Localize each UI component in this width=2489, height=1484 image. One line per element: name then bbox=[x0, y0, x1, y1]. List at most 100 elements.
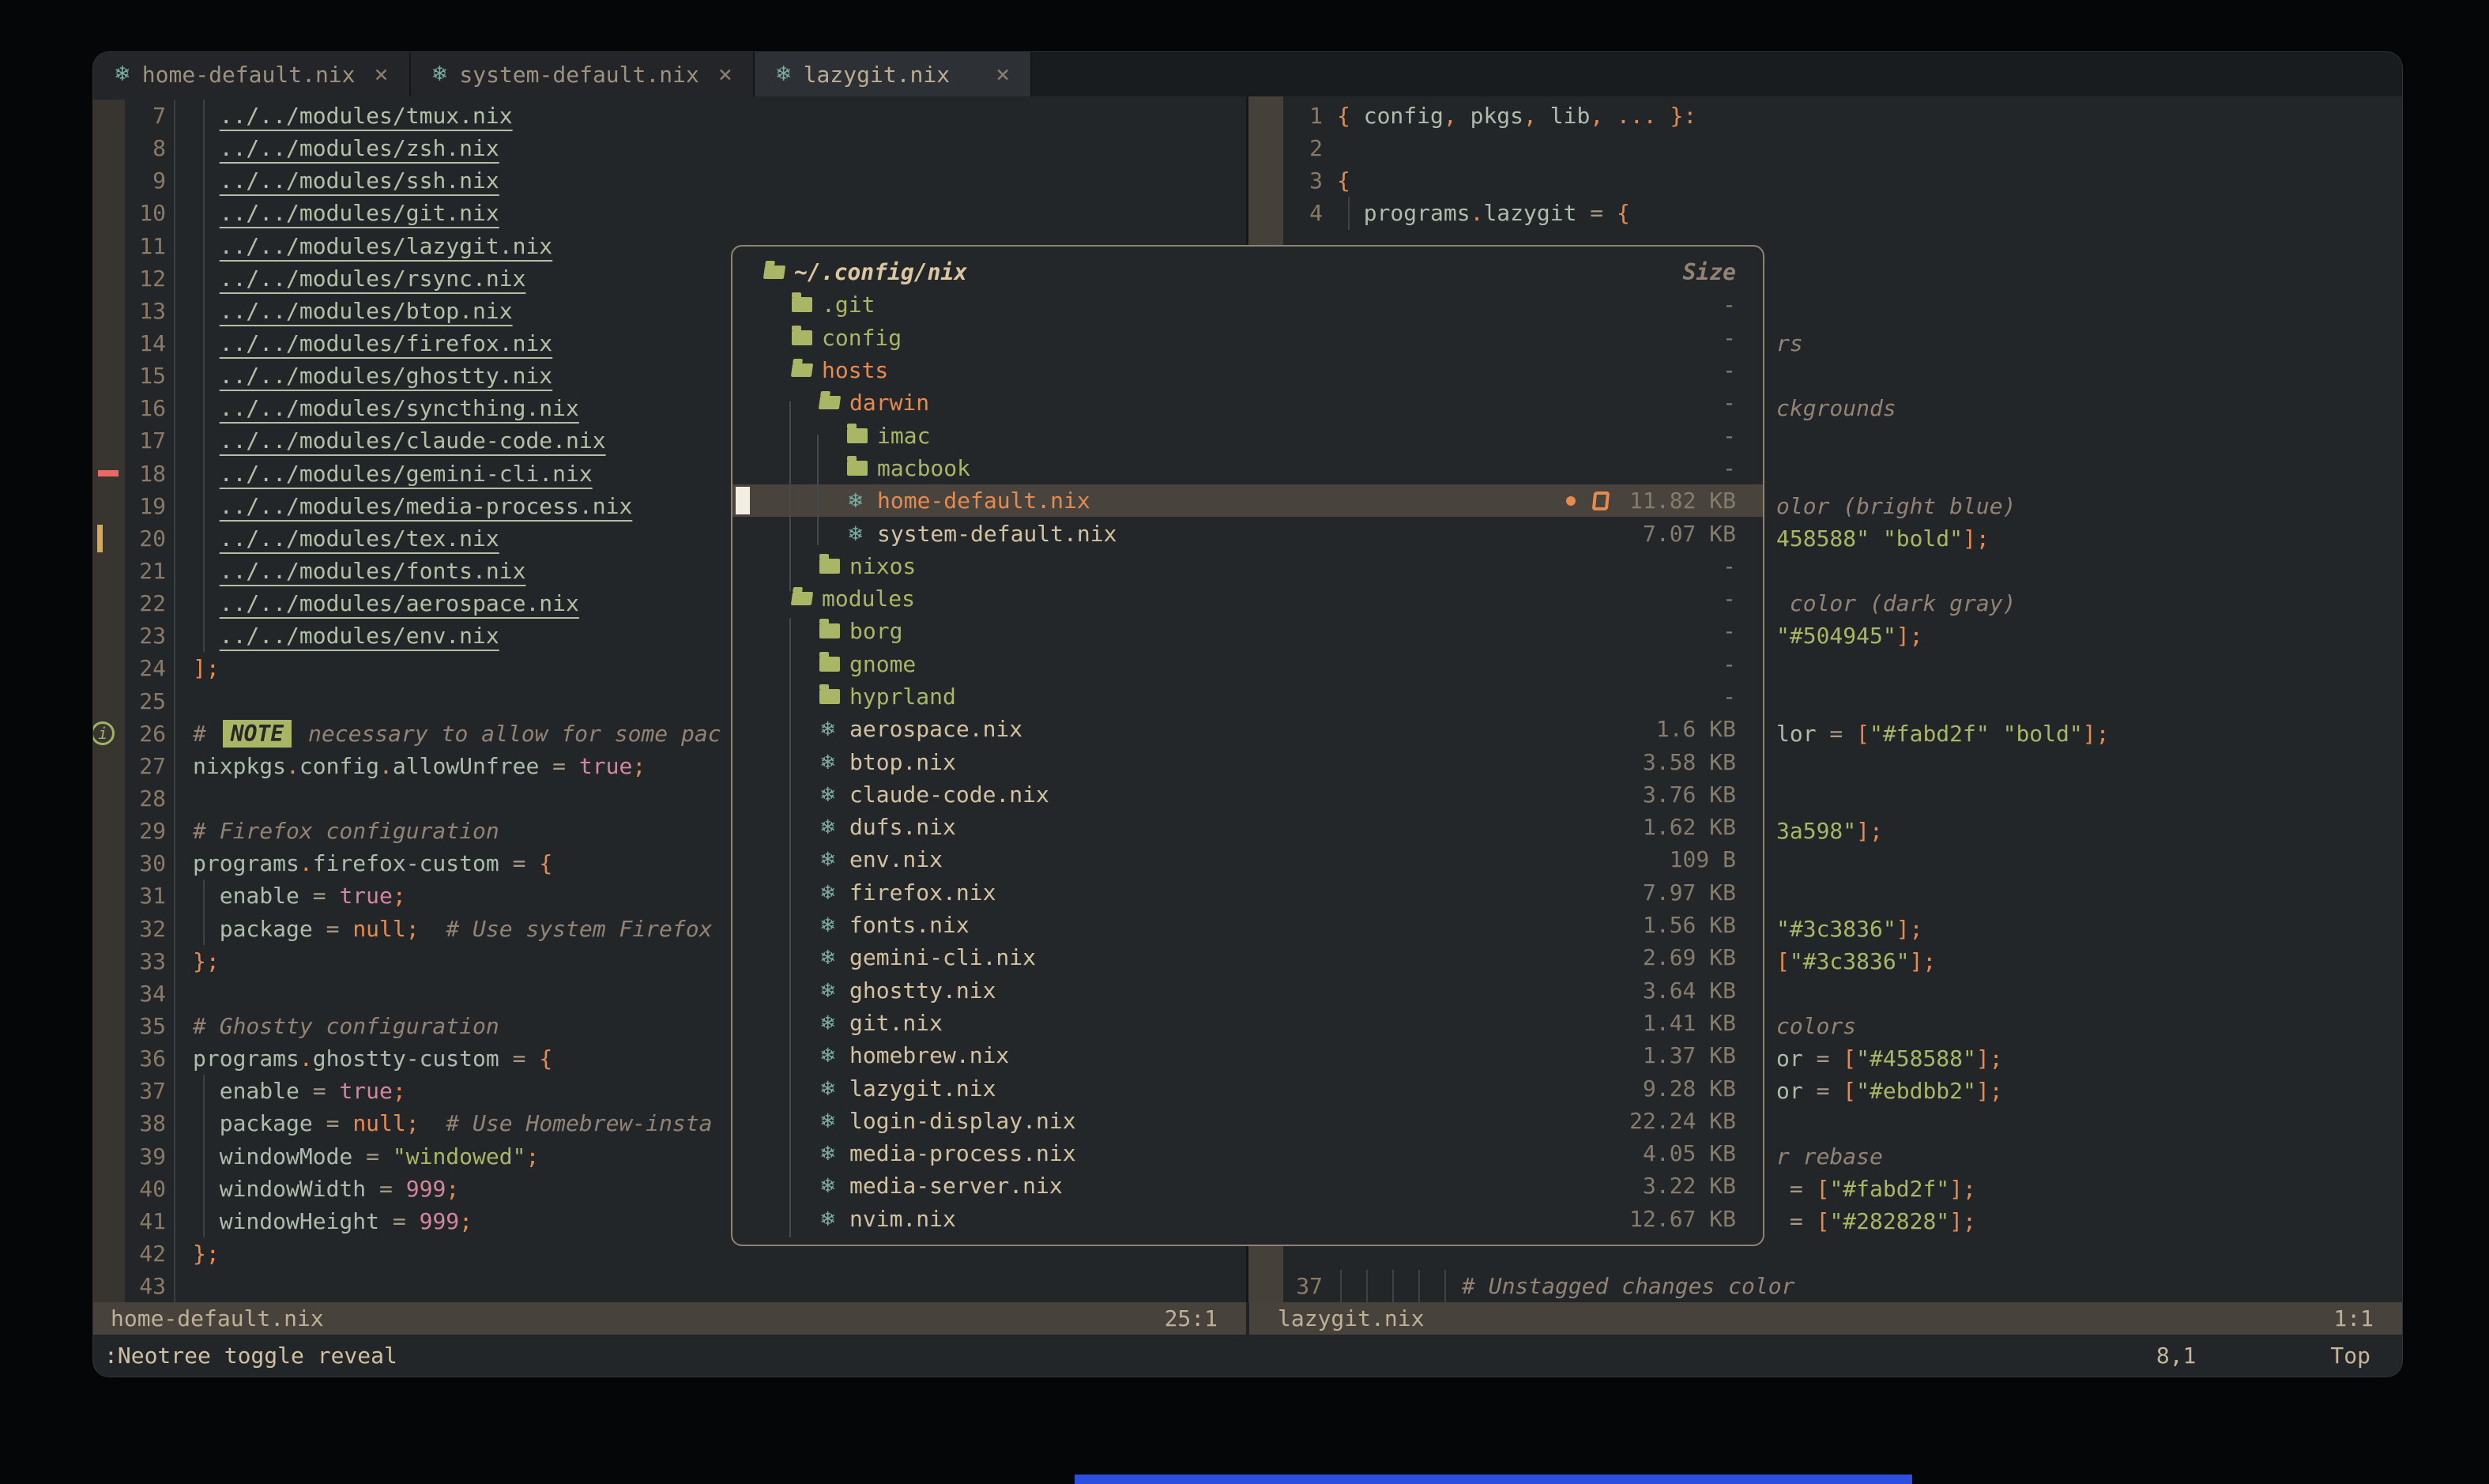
tree-row-media-server.nix[interactable]: ❄media-server.nix3.22 KB bbox=[732, 1169, 1763, 1202]
tree-root-row[interactable]: ~/.config/nixSize bbox=[732, 256, 1763, 288]
tree-row-modules[interactable]: modules- bbox=[732, 582, 1763, 615]
sign-column-cell bbox=[93, 1042, 125, 1075]
folder-icon-cell bbox=[792, 363, 822, 377]
line-number: 29 bbox=[125, 815, 175, 847]
nix-file-icon: ❄ bbox=[819, 979, 849, 1002]
editor-line-8[interactable]: 8 ../../modules/zsh.nix bbox=[93, 132, 1246, 164]
code-token-punc: ]; bbox=[1963, 525, 1990, 552]
code-token-punc: { bbox=[1337, 103, 1364, 129]
tree-row-.git[interactable]: .git- bbox=[732, 288, 1763, 321]
file-size: 2.69 KB bbox=[1643, 944, 1763, 970]
code-token-op: = bbox=[539, 753, 579, 779]
indent-guide bbox=[203, 424, 205, 457]
editor-line-right-2[interactable]: 3{ bbox=[1248, 164, 2402, 197]
editor-line-10[interactable]: 10 ../../modules/git.nix bbox=[93, 197, 1246, 229]
line-number: 40 bbox=[125, 1173, 175, 1205]
editor-line-right-1[interactable]: 2 bbox=[1248, 132, 2402, 164]
tree-row-env.nix[interactable]: ❄env.nix109 B bbox=[732, 843, 1763, 876]
tree-row-homebrew.nix[interactable]: ❄homebrew.nix1.37 KB bbox=[732, 1039, 1763, 1072]
tree-row-gnome[interactable]: gnome- bbox=[732, 648, 1763, 680]
tree-row-nvim.nix[interactable]: ❄nvim.nix12.67 KB bbox=[732, 1203, 1763, 1235]
code-token-path: ../../modules/rsync.nix bbox=[220, 266, 526, 292]
indent-guide bbox=[203, 1205, 205, 1237]
editor-line-right-36[interactable]: 37# Unstagged changes color bbox=[1248, 1270, 2402, 1302]
tree-row-gemini-cli.nix[interactable]: ❄gemini-cli.nix2.69 KB bbox=[732, 941, 1763, 974]
code-token-path: ../../modules/claude-code.nix bbox=[220, 427, 606, 454]
sign-column-cell bbox=[93, 1237, 125, 1270]
code-text: ../../modules/ssh.nix bbox=[175, 164, 1246, 197]
editor-line-right-0[interactable]: 1{ config, pkgs, lib, ... }: bbox=[1248, 100, 2402, 132]
tree-row-fonts.nix[interactable]: ❄fonts.nix1.56 KB bbox=[732, 909, 1763, 941]
diagnostic-info-icon: i bbox=[93, 721, 115, 745]
tree-row-darwin[interactable]: darwin- bbox=[732, 386, 1763, 419]
tree-row-dufs.nix[interactable]: ❄dufs.nix1.62 KB bbox=[732, 811, 1763, 843]
tab-home-default.nix[interactable]: ❄home-default.nix× bbox=[93, 52, 411, 96]
line-number: 42 bbox=[125, 1237, 175, 1270]
tree-row-login-display.nix[interactable]: ❄login-display.nix22.24 KB bbox=[732, 1105, 1763, 1137]
code-token-ws bbox=[193, 135, 220, 161]
editor-line-right-3[interactable]: 4 programs.lazygit = { bbox=[1248, 197, 2402, 229]
sign-column-cell bbox=[93, 587, 125, 620]
indent-guide bbox=[203, 197, 205, 229]
code-token-com: olor (bright blue) bbox=[1776, 493, 2016, 519]
size-column-header: Size bbox=[1683, 259, 1763, 285]
neotree-float-window[interactable]: ~/.config/nixSize.git-config-hosts-darwi… bbox=[731, 245, 1764, 1246]
tree-row-system-default.nix[interactable]: ❄system-default.nix7.07 KB bbox=[732, 517, 1763, 549]
tree-row-home-default.nix[interactable]: ❄home-default.nix11.82 KB bbox=[732, 484, 1763, 517]
tab-close-icon[interactable]: × bbox=[996, 61, 1010, 89]
tree-row-btop.nix[interactable]: ❄btop.nix3.58 KB bbox=[732, 745, 1763, 778]
tree-row-firefox.nix[interactable]: ❄firefox.nix7.97 KB bbox=[732, 876, 1763, 909]
tab-close-icon[interactable]: × bbox=[375, 61, 389, 89]
nix-file-icon: ❄ bbox=[847, 489, 877, 512]
code-token-id: config bbox=[1364, 103, 1444, 129]
line-number: 31 bbox=[125, 879, 175, 912]
sign-column-cell bbox=[93, 360, 125, 392]
nix-file-icon: ❄ bbox=[819, 1044, 849, 1067]
tab-lazygit.nix[interactable]: ❄lazygit.nix× bbox=[755, 52, 1032, 96]
tree-row-hyprland[interactable]: hyprland- bbox=[732, 680, 1763, 713]
code-token-ws bbox=[193, 168, 220, 194]
tree-row-media-process.nix[interactable]: ❄media-process.nix4.05 KB bbox=[732, 1137, 1763, 1169]
tree-row-aerospace.nix[interactable]: ❄aerospace.nix1.6 KB bbox=[732, 713, 1763, 745]
code-token-com: # Use Homebrew-insta bbox=[420, 1110, 713, 1136]
code-token-com: necessary to allow for some pac bbox=[295, 721, 721, 747]
tree-row-ghostty.nix[interactable]: ❄ghostty.nix3.64 KB bbox=[732, 974, 1763, 1007]
file-size: - bbox=[1723, 684, 1763, 710]
editor-line-43[interactable]: 43 bbox=[93, 1270, 1246, 1302]
occluded-line-fragment: colors bbox=[1776, 1013, 1856, 1039]
sign-column-cell bbox=[1248, 132, 1283, 164]
tree-row-config[interactable]: config- bbox=[732, 322, 1763, 354]
code-token-com: # Ghostty configuration bbox=[193, 1013, 499, 1039]
tree-row-borg[interactable]: borg- bbox=[732, 615, 1763, 647]
tab-system-default.nix[interactable]: ❄system-default.nix× bbox=[411, 52, 755, 96]
tree-row-nixos[interactable]: nixos- bbox=[732, 550, 1763, 582]
file-size: - bbox=[1723, 390, 1763, 416]
nix-file-icon: ❄ bbox=[819, 783, 849, 806]
tree-item-label: macbook bbox=[877, 455, 970, 481]
code-token-str: "#fabd2f" bbox=[1829, 1176, 1949, 1202]
code-token-path: ../../modules/btop.nix bbox=[220, 298, 513, 324]
command-line[interactable]: :Neotree toggle reveal 8,1 Top bbox=[93, 1335, 2402, 1377]
tree-row-macbook[interactable]: macbook- bbox=[732, 452, 1763, 484]
file-size: - bbox=[1723, 325, 1763, 351]
sign-column-cell bbox=[93, 945, 125, 977]
code-token-com: # Use system Firefox bbox=[420, 916, 713, 942]
editor-line-9[interactable]: 9 ../../modules/ssh.nix bbox=[93, 164, 1246, 197]
tree-row-imac[interactable]: imac- bbox=[732, 419, 1763, 451]
tab-close-icon[interactable]: × bbox=[718, 61, 732, 89]
code-token-ws bbox=[193, 363, 220, 389]
line-number: 2 bbox=[1283, 132, 1331, 164]
indent-guide bbox=[203, 1140, 205, 1173]
tree-row-git.nix[interactable]: ❄git.nix1.41 KB bbox=[732, 1007, 1763, 1039]
code-token-str: "#3c3836" bbox=[1790, 948, 1910, 974]
tree-item-label: env.nix bbox=[849, 846, 943, 872]
code-token-punc: ; bbox=[393, 883, 406, 909]
tree-row-hosts[interactable]: hosts- bbox=[732, 354, 1763, 386]
folder-closed-icon bbox=[847, 428, 868, 443]
editor-line-7[interactable]: 7 ../../modules/tmux.nix bbox=[93, 100, 1246, 132]
nix-file-icon: ❄ bbox=[819, 881, 849, 904]
code-token-path: ../../modules/git.nix bbox=[220, 200, 499, 226]
tree-row-claude-code.nix[interactable]: ❄claude-code.nix3.76 KB bbox=[732, 778, 1763, 811]
tree-row-lazygit.nix[interactable]: ❄lazygit.nix9.28 KB bbox=[732, 1072, 1763, 1104]
tree-item-label: git.nix bbox=[849, 1010, 943, 1036]
